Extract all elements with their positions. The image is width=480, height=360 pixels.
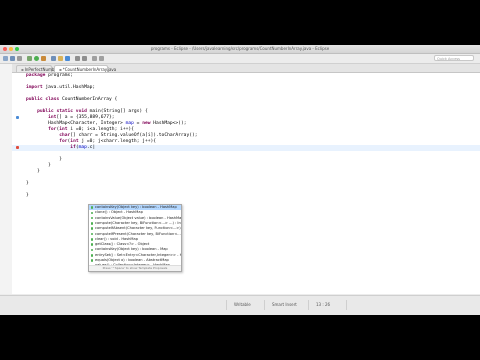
error-marker-icon[interactable] [16, 146, 19, 149]
java-file-icon: ▪ [59, 67, 62, 72]
tab-inperfectnumber[interactable]: ▪InPerfectNumber.java [16, 65, 68, 72]
public-method-icon [90, 227, 94, 231]
open-type-icon[interactable] [75, 56, 80, 61]
insert-mode-status: Smart Insert [272, 302, 297, 307]
public-method-icon [90, 259, 94, 262]
public-method-icon [90, 216, 94, 220]
autocomplete-item-label: clone() : Object - HashMap [95, 210, 143, 215]
public-method-icon [90, 232, 94, 236]
autocomplete-item-label: entrySet() : Set<Entry<Character,Integer… [95, 252, 181, 257]
java-file-icon: ▪ [21, 67, 24, 72]
editor-gutter [12, 73, 19, 294]
status-divider [226, 300, 227, 310]
run-icon[interactable] [34, 56, 39, 61]
search-icon[interactable] [82, 56, 87, 61]
cursor-position: 13 : 26 [316, 302, 331, 307]
override-marker-icon [16, 116, 19, 119]
autocomplete-item-label: computeIfAbsent(Character key, Function<… [95, 226, 181, 231]
autocomplete-item-label: containsKey(Object key) : boolean - Hash… [95, 205, 177, 209]
new-package-icon[interactable] [58, 56, 63, 61]
code-line-17: } [26, 169, 40, 174]
new-class-icon[interactable] [65, 56, 70, 61]
autocomplete-item-label: containsValue(Object value) : boolean - … [95, 215, 181, 220]
forward-icon[interactable] [99, 56, 104, 61]
window-title: programs - Eclipse - /Users/javalearning… [150, 46, 330, 51]
editor-tab-bar: ▪InPerfectNumber.java ▪*CountNumberInArr… [12, 64, 480, 73]
public-method-icon [90, 211, 94, 215]
back-icon[interactable] [92, 56, 97, 61]
autocomplete-hint: Press '^Space' to show Template Proposal… [89, 265, 181, 271]
debug-icon[interactable] [27, 56, 32, 61]
public-method-icon [90, 248, 94, 252]
public-method-icon [90, 253, 94, 257]
public-method-icon [90, 222, 94, 225]
status-divider [308, 300, 309, 310]
autocomplete-item-label: getClass() : Class<?> - Object [95, 242, 150, 247]
print-icon[interactable] [17, 56, 22, 61]
code-line-1: package programs; [26, 73, 74, 78]
main-toolbar: Quick Access [0, 54, 480, 64]
code-editor[interactable]: package programs; import java.util.HashM… [12, 73, 480, 294]
code-line-3: import java.util.HashMap; [26, 85, 96, 90]
public-method-icon [90, 206, 94, 209]
code-line-21: } [26, 193, 29, 198]
status-divider [264, 300, 265, 310]
title-bar: programs - Eclipse - /Users/javalearning… [0, 45, 480, 54]
writable-status: Writable [234, 302, 251, 307]
tab-countnumberinarray[interactable]: ▪*CountNumberInArray.java [54, 65, 116, 72]
status-divider [346, 300, 347, 310]
quick-access-field[interactable]: Quick Access [434, 55, 474, 61]
autocomplete-item-label: computeIfPresent(Character key, BiFuncti… [95, 231, 181, 236]
new-icon[interactable] [3, 56, 8, 61]
autocomplete-item-label: compute(Character key, BiFunction<...> .… [95, 220, 181, 225]
autocomplete-item-label: equals(Object o) : boolean - AbstractMap [95, 258, 169, 262]
autocomplete-item-label: containsKey(Object key) : boolean - Map [95, 247, 168, 252]
code-line-19: } [26, 181, 29, 186]
status-bar: Writable Smart Insert 13 : 26 [0, 295, 480, 315]
autocomplete-item-label: clear() : void - HashMap [95, 236, 138, 241]
tab-label: *CountNumberInArray.java [62, 67, 117, 72]
code-line-5: public class CountNumberInArray { [26, 97, 118, 102]
save-icon[interactable] [10, 56, 15, 61]
public-method-icon [90, 243, 94, 246]
code-line-13: if(map.c| [70, 145, 96, 150]
public-method-icon [90, 238, 94, 241]
external-tools-icon[interactable] [41, 56, 46, 61]
new-java-project-icon[interactable] [51, 56, 56, 61]
autocomplete-popup[interactable]: containsKey(Object key) : boolean - Hash… [88, 204, 182, 272]
eclipse-window: programs - Eclipse - /Users/javalearning… [0, 45, 480, 315]
